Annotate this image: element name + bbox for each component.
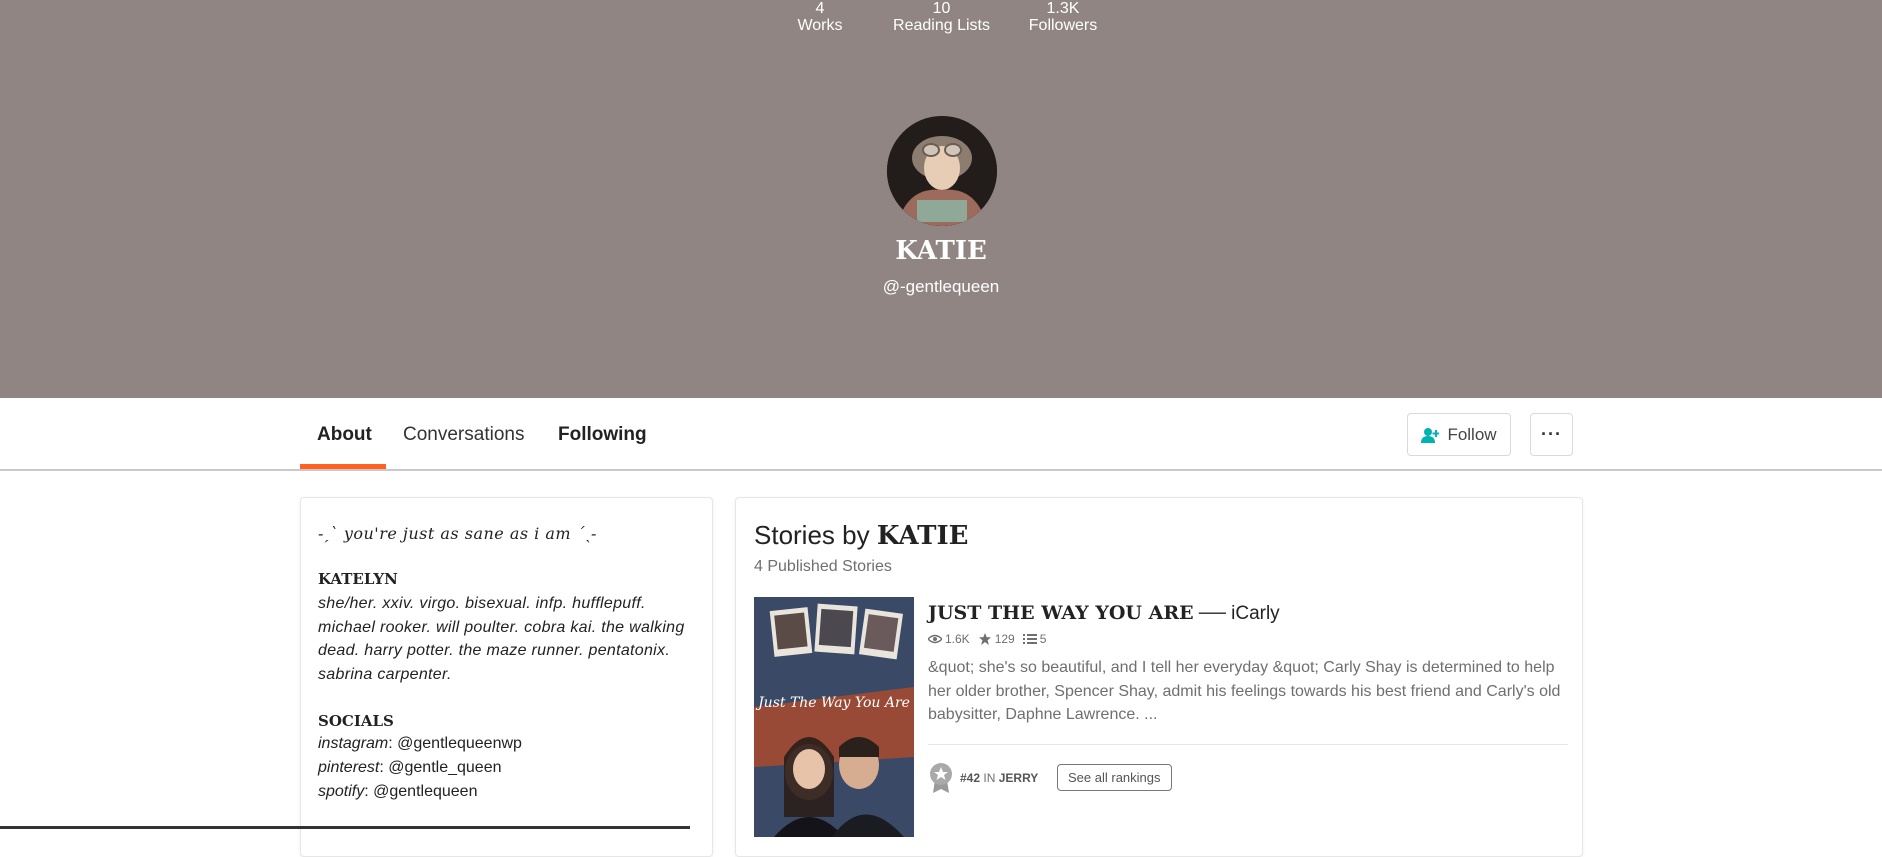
profile-header: KATIE @-gentlequeen 4 Works 10 Reading L… xyxy=(0,0,1882,398)
story-divider xyxy=(928,744,1568,745)
social-platform: instagram xyxy=(318,735,389,752)
social-pinterest: pinterest: @gentle_queen xyxy=(318,759,502,777)
story-views: 1.6K xyxy=(928,632,970,646)
tab-following[interactable]: Following xyxy=(558,424,647,446)
active-tab-indicator xyxy=(300,464,386,469)
story-title-fandom: ── iCarly xyxy=(1193,603,1280,624)
story-cover[interactable]: Just The Way You Are xyxy=(754,597,914,837)
rank-number: #42 xyxy=(960,771,981,785)
stat-works[interactable]: 4 Works xyxy=(790,0,850,34)
story-ranking: #42 IN JERRY xyxy=(928,762,1038,794)
stat-label: Followers xyxy=(1028,17,1098,34)
profile-bio: she/her. xxiv. virgo. bisexual. infp. hu… xyxy=(318,595,685,683)
see-all-rankings-button[interactable]: See all rankings xyxy=(1057,764,1172,791)
story-title[interactable]: JUST THE WAY YOU ARE ── iCarly xyxy=(928,602,1280,625)
rank-tag: JERRY xyxy=(998,771,1039,785)
avatar-image xyxy=(887,116,997,226)
stat-followers[interactable]: 1.3K Followers xyxy=(1018,0,1108,34)
stat-value: 4 xyxy=(815,0,825,17)
more-options-button[interactable]: ··· xyxy=(1530,413,1573,456)
ranking-badge-icon xyxy=(930,763,952,793)
story-views-count: 1.6K xyxy=(945,632,970,646)
stories-count: 4 Published Stories xyxy=(754,558,892,575)
stories-heading: Stories by KATIE xyxy=(754,520,968,551)
rank-in: IN xyxy=(983,771,996,785)
stories-card: Stories by KATIE 4 Published Stories Jus… xyxy=(735,497,1583,857)
stat-value: 10 xyxy=(932,0,951,17)
stories-heading-prefix: Stories by xyxy=(754,520,870,550)
tab-about[interactable]: About xyxy=(317,424,372,446)
section-title-socials: SOCIALS xyxy=(318,712,394,730)
story-meta: 1.6K 129 5 xyxy=(928,632,1046,646)
profile-avatar[interactable] xyxy=(887,116,997,226)
social-value: : @gentlequeen xyxy=(364,783,478,800)
star-icon xyxy=(978,633,991,645)
list-icon xyxy=(1022,634,1037,644)
stat-label: Works xyxy=(797,17,843,34)
add-user-icon xyxy=(1421,427,1440,443)
stat-reading-lists[interactable]: 10 Reading Lists xyxy=(884,0,999,34)
social-platform: spotify xyxy=(318,783,365,800)
story-title-main: JUST THE WAY YOU ARE xyxy=(928,602,1194,624)
page-scroll-edge xyxy=(0,826,690,829)
story-parts: 5 xyxy=(1022,632,1047,646)
tab-conversations[interactable]: Conversations xyxy=(403,424,524,446)
social-value: : @gentlequeenwp xyxy=(388,735,522,752)
social-instagram: instagram: @gentlequeenwp xyxy=(318,735,522,753)
social-spotify: spotify: @gentlequeen xyxy=(318,783,477,801)
cover-title: Just The Way You Are xyxy=(755,695,910,711)
stat-label: Reading Lists xyxy=(893,17,990,34)
story-parts-count: 5 xyxy=(1039,632,1047,646)
social-value: : @gentle_queen xyxy=(379,759,502,776)
story-votes-count: 129 xyxy=(994,632,1015,646)
story-cover-image: Just The Way You Are xyxy=(754,597,914,837)
story-votes: 129 xyxy=(978,632,1015,646)
profile-handle: @-gentlequeen xyxy=(882,277,1000,296)
profile-motto: -ˏˋ you're just as sane as i am ˊˎ- xyxy=(318,524,597,543)
profile-name: KATIE xyxy=(895,236,987,266)
about-card: -ˏˋ you're just as sane as i am ˊˎ- KATE… xyxy=(300,497,713,857)
story-description: &quot; she's so beautiful, and I tell he… xyxy=(928,659,1561,723)
stat-value: 1.3K xyxy=(1046,0,1080,17)
eye-icon xyxy=(928,634,942,644)
follow-label: Follow xyxy=(1447,424,1497,444)
stories-heading-name: KATIE xyxy=(876,521,969,551)
social-platform: pinterest xyxy=(318,759,380,776)
profile-tabbar: About Conversations Following Follow ··· xyxy=(0,398,1882,471)
follow-button[interactable]: Follow xyxy=(1407,413,1511,456)
section-title-name: KATELYN xyxy=(318,570,398,588)
